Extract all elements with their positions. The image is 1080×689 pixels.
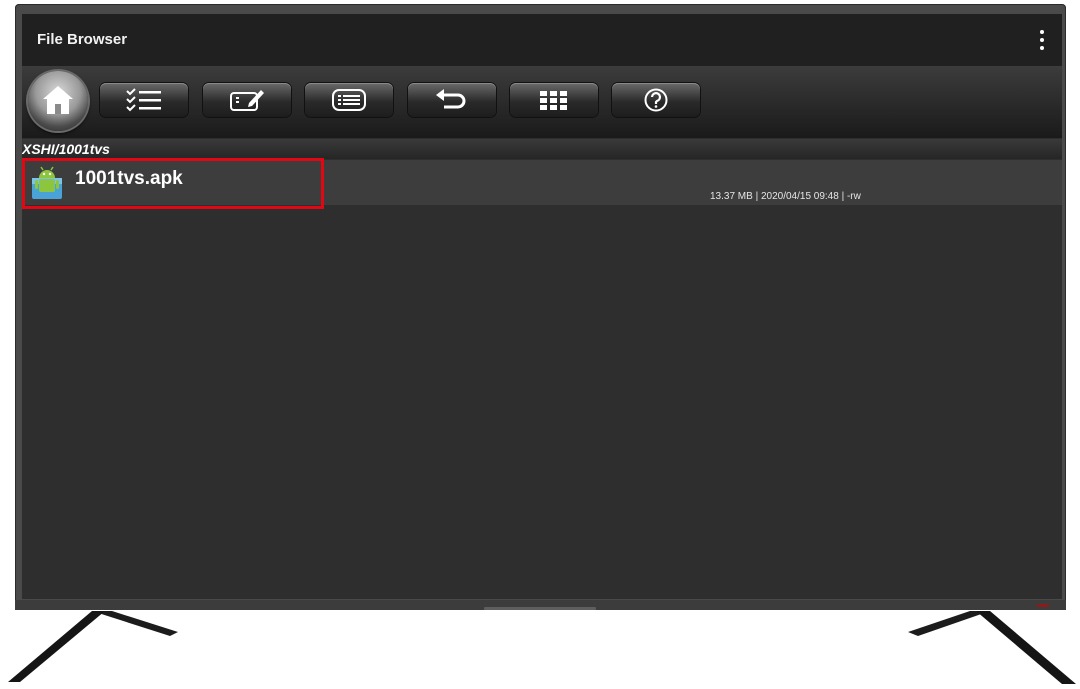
file-meta: 13.37 MB | 2020/04/15 09:48 | -rw [710, 191, 861, 202]
file-name: 1001tvs.apk [75, 168, 183, 189]
list-view-button[interactable] [305, 83, 393, 117]
multi-select-button[interactable] [100, 83, 188, 117]
path-bar: XSHI/1001tvs [22, 139, 1062, 159]
more-vert-icon[interactable] [1032, 28, 1052, 52]
app-bar: File Browser [22, 14, 1062, 66]
grid-view-button[interactable] [510, 83, 598, 117]
list-icon [332, 89, 366, 111]
edit-icon [230, 90, 264, 111]
stand-leg-left [8, 611, 178, 682]
current-path: XSHI/1001tvs [22, 141, 110, 157]
home-button[interactable] [28, 71, 88, 131]
app-title: File Browser [37, 31, 128, 48]
stand-leg-right [908, 611, 1076, 684]
toolbar [22, 66, 1062, 138]
checklist-icon [126, 88, 161, 112]
file-row[interactable]: 1001tvs.apk 13.37 MB | 2020/04/15 09:48 … [22, 160, 1062, 205]
undo-arrow-icon [436, 89, 466, 109]
tv-screen: File Browser XSHI/1001tvs 1001tvs.apk 13… [22, 14, 1062, 599]
help-button[interactable] [612, 83, 700, 117]
help-icon [644, 88, 668, 112]
android-apk-icon [32, 166, 62, 199]
edit-button[interactable] [203, 83, 291, 117]
grid-icon [540, 91, 567, 110]
home-icon [43, 86, 73, 114]
back-button[interactable] [408, 83, 496, 117]
